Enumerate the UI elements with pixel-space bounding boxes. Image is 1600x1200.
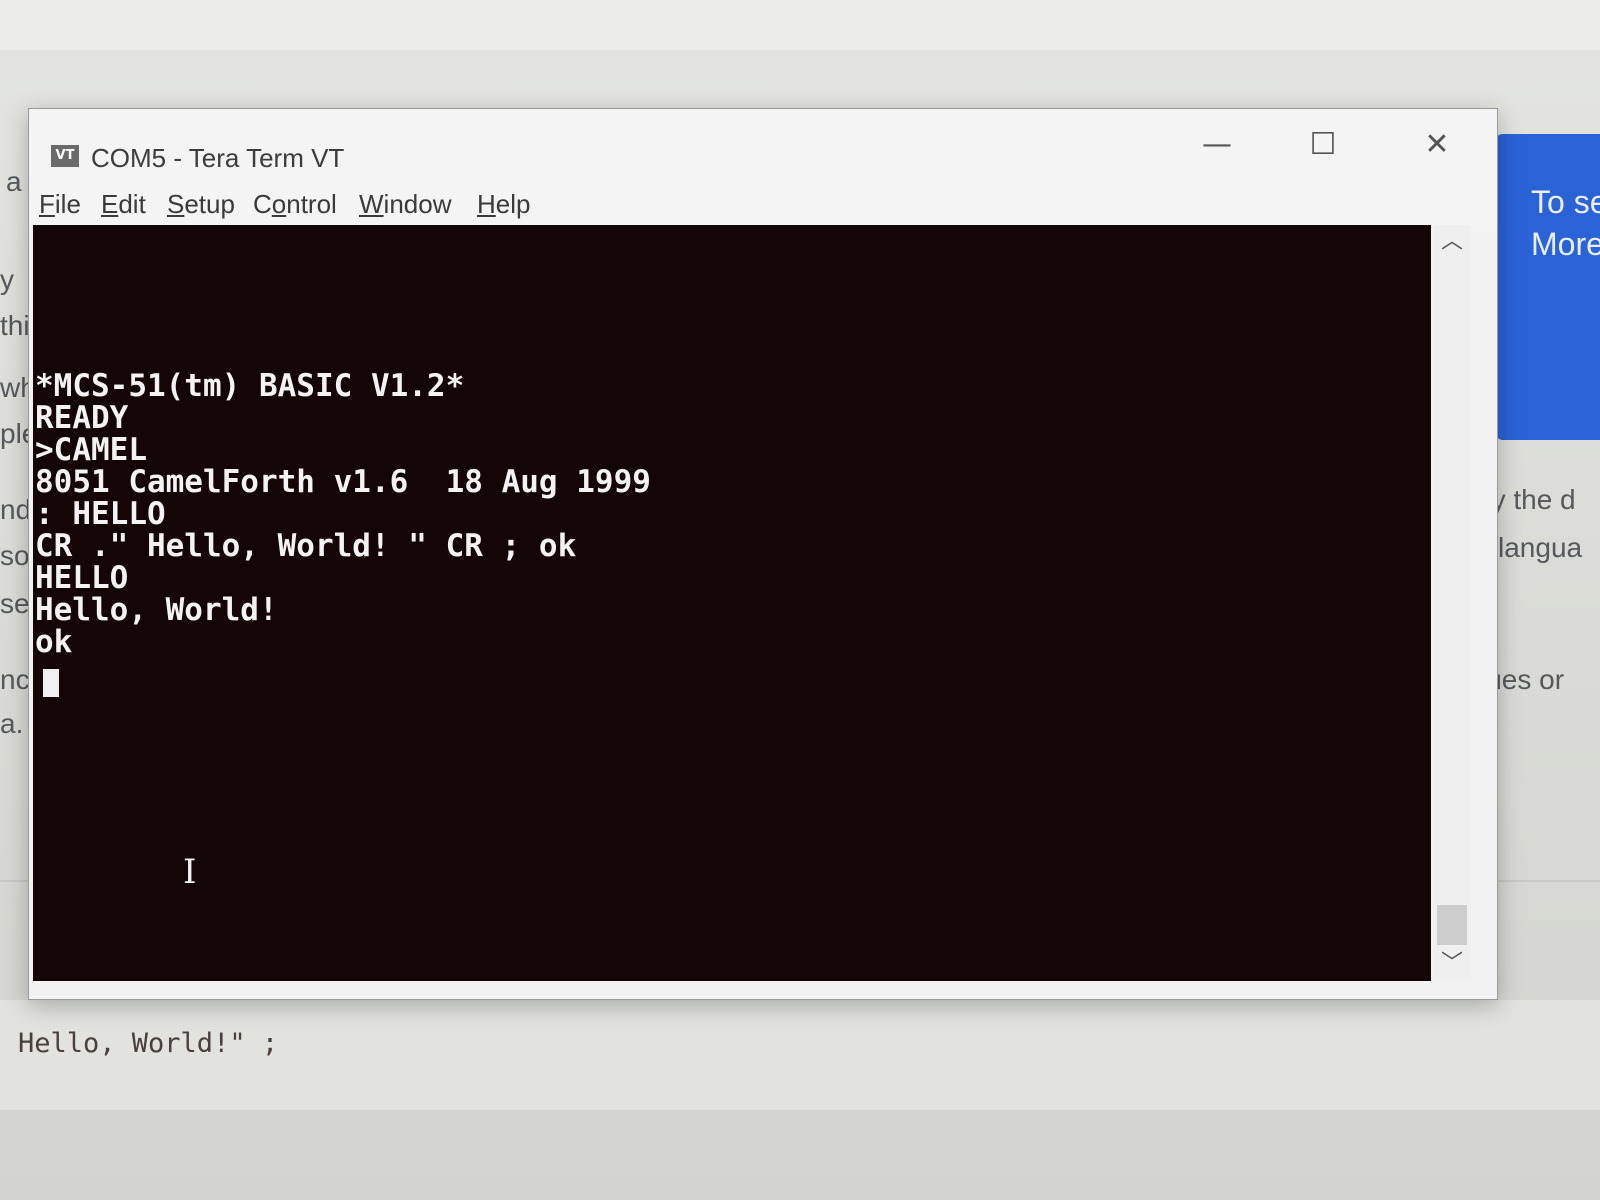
vt-app-icon: VT <box>51 145 79 167</box>
teraterm-window[interactable]: VT COM5 - Tera Term VT — ☐ ✕ File Edit S… <box>28 108 1498 1000</box>
menu-setup[interactable]: Setup <box>167 189 235 220</box>
terminal-line: READY <box>35 400 129 436</box>
ibeam-cursor-icon: I <box>183 852 197 892</box>
terminal-line: HELLO <box>35 560 129 596</box>
background-header-band <box>0 0 1600 50</box>
terminal-line: Hello, World! <box>35 592 278 628</box>
blue-card-line: More <box>1531 226 1600 262</box>
background-code-snippet: Hello, World!" ; <box>18 1028 279 1059</box>
bg-fragment: a. <box>0 708 24 739</box>
terminal-line: CR ." Hello, World! " CR ; ok <box>35 528 577 564</box>
scroll-down-icon[interactable]: ﹀ <box>1433 947 1471 981</box>
terminal-line: ok <box>35 624 73 660</box>
bg-fragment: nd <box>0 494 32 525</box>
terminal-line: >CAMEL <box>35 432 147 468</box>
close-button[interactable]: ✕ <box>1409 123 1465 167</box>
bg-fragment: se <box>0 588 30 619</box>
bg-fragment: so <box>0 540 30 571</box>
bg-fragment: a <box>6 166 22 197</box>
minimize-button[interactable]: — <box>1189 123 1245 167</box>
vertical-scrollbar[interactable]: ︿ ﹀ <box>1433 225 1471 981</box>
text-cursor <box>43 669 59 697</box>
bg-fragment: y <box>0 264 14 295</box>
maximize-button[interactable]: ☐ <box>1295 123 1351 167</box>
scroll-thumb[interactable] <box>1437 905 1467 945</box>
menu-control[interactable]: Control <box>253 189 337 220</box>
blue-card-line: To se <box>1531 184 1600 220</box>
menu-file[interactable]: File <box>39 189 81 220</box>
menu-edit[interactable]: Edit <box>101 189 146 220</box>
background-blue-card[interactable]: To se More <box>1495 134 1600 440</box>
title-bar[interactable]: VT COM5 - Tera Term VT — ☐ ✕ <box>29 109 1497 183</box>
terminal-line: : HELLO <box>35 496 166 532</box>
bg-fragment: nc <box>0 664 30 695</box>
scroll-up-icon[interactable]: ︿ <box>1433 225 1471 259</box>
bg-fragment-right: langua <box>1498 532 1583 563</box>
menu-help[interactable]: Help <box>477 189 530 220</box>
terminal-line: *MCS-51(tm) BASIC V1.2* <box>35 368 465 404</box>
terminal-screen[interactable]: *MCS-51(tm) BASIC V1.2* READY >CAMEL 805… <box>33 225 1431 981</box>
menu-window[interactable]: Window <box>359 189 451 220</box>
terminal-line: 8051 CamelForth v1.6 18 Aug 1999 <box>35 464 651 500</box>
menu-bar: File Edit Setup Control Window Help <box>29 185 1497 225</box>
window-title: COM5 - Tera Term VT <box>91 143 345 173</box>
